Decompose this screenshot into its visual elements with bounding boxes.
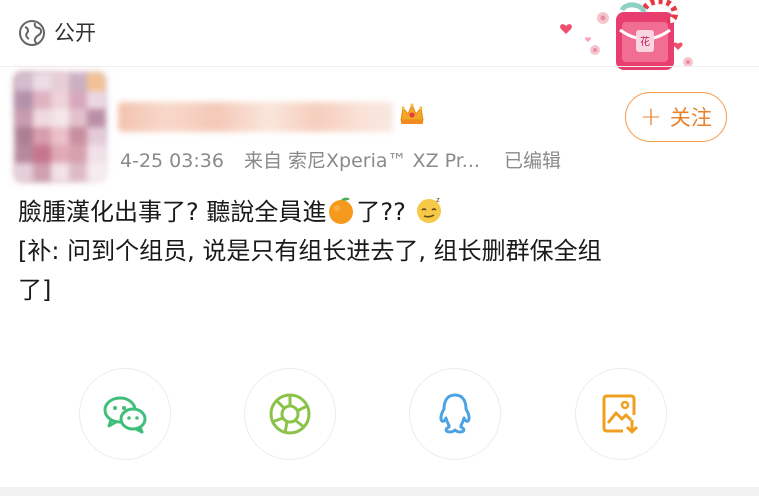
svg-text:z: z (436, 196, 440, 204)
crown-icon (400, 103, 424, 124)
bottom-separator (0, 487, 759, 496)
post-header: 公开 花 (0, 0, 759, 70)
moments-icon (269, 393, 311, 435)
header-divider (0, 66, 759, 67)
follow-label: 关注 (669, 106, 712, 130)
tangerine-emoji-icon (329, 197, 354, 224)
share-wechat-button[interactable] (79, 368, 171, 460)
post-line-1-tail: 了?? (356, 198, 406, 226)
plus-icon: + (640, 102, 662, 132)
avatar-mosaic (15, 73, 105, 181)
username[interactable] (118, 102, 393, 132)
save-image-icon (602, 394, 639, 434)
share-qq-button[interactable] (409, 368, 501, 460)
globe-icon (19, 20, 45, 46)
share-moments-button[interactable] (244, 368, 336, 460)
post-timestamp: 4-25 03:36 (120, 150, 224, 172)
post-meta: 4-25 03:36 来自 索尼Xperia™ XZ Pr... 已编辑 (120, 147, 575, 175)
qq-icon (439, 393, 471, 434)
post-line-1-text: 臉腫漢化出事了? 聽說全員進 (18, 198, 327, 226)
svg-text:花: 花 (640, 35, 650, 48)
post-line-2: [补: 问到个组员, 说是只有组长进去了, 组长删群保全组 (18, 237, 602, 265)
follow-button[interactable]: + 关注 (625, 92, 727, 142)
wechat-icon (103, 396, 147, 434)
post-line-1: 臉腫漢化出事了? 聽說全員進 了?? z (18, 193, 738, 232)
sleepy-face-icon: z (416, 196, 441, 223)
post-body: 臉腫漢化出事了? 聽說全員進 了?? z [补: 问到个组员, 说是只有组长进去… (18, 193, 738, 310)
save-image-button[interactable] (575, 368, 667, 460)
edited-label[interactable]: 已编辑 (504, 150, 561, 172)
post-line-3: 了] (18, 276, 52, 304)
post-source[interactable]: 来自 索尼Xperia™ XZ Pr... (244, 150, 480, 172)
visibility-label[interactable]: 公开 (54, 18, 96, 48)
share-row (0, 368, 759, 464)
